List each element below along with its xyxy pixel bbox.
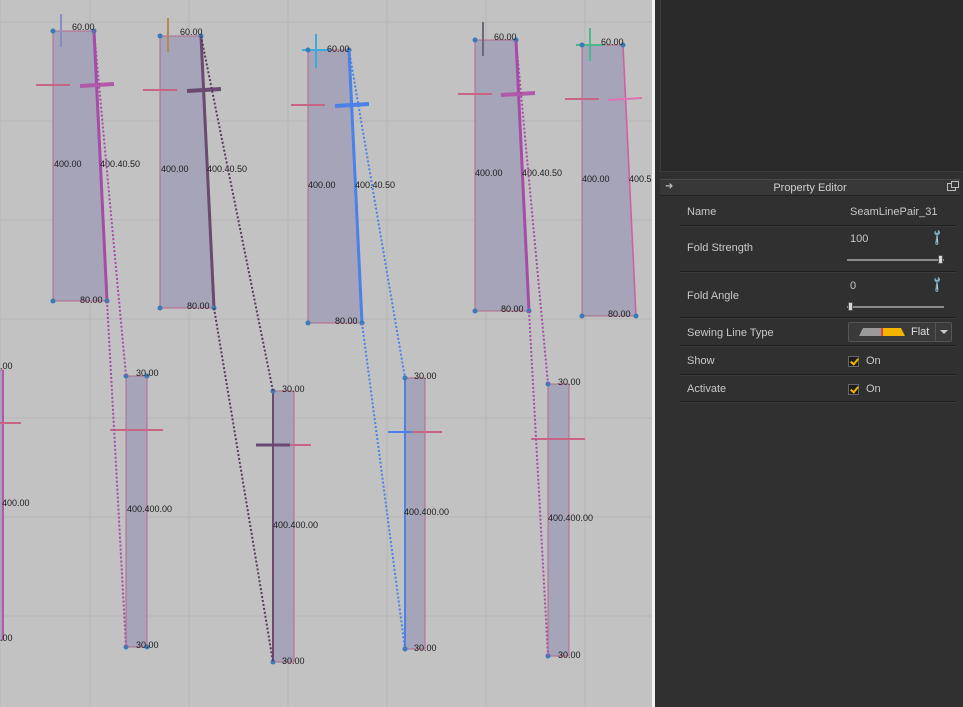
lower-3-mid-label: 400.400.00	[404, 507, 449, 517]
fold-angle-slider-track[interactable]	[847, 306, 944, 308]
upper-piece-3[interactable]: 60.00 80.00 400.00 400.40.50	[291, 34, 395, 326]
float-window-icon[interactable]	[947, 181, 959, 191]
seam-line-1b	[106, 300, 127, 648]
piece-1-left-label: 400.00	[54, 159, 82, 169]
piece-3-bottom-label: 80.00	[335, 316, 358, 326]
piece-2-bottom-label: 80.00	[187, 301, 210, 311]
fold-angle-slider-handle[interactable]	[848, 302, 853, 311]
piece-5-bottom-label: 80.00	[608, 309, 631, 319]
activate-value: On	[866, 383, 881, 395]
lower-0-mid-label: 400.00	[2, 498, 30, 508]
property-editor-title: Property Editor	[773, 182, 847, 194]
piece-5-top-label: 60.00	[601, 37, 624, 47]
piece-2-top-label: 60.00	[180, 27, 203, 37]
piece-4-bottom-label: 80.00	[501, 304, 524, 314]
lower-piece-4[interactable]: 30.00 30.00 400.400.00	[531, 377, 593, 660]
sewing-line-type-label: Sewing Line Type	[687, 327, 774, 339]
piece-3-top-label: 60.00	[327, 44, 350, 54]
lower-1-mid-label: 400.400.00	[127, 504, 172, 514]
name-value[interactable]: SeamLinePair_31	[850, 206, 937, 218]
upper-piece-4[interactable]: 60.00 80.00 400.00 400.40.50	[458, 22, 562, 314]
flat-seam-icon	[859, 328, 905, 336]
lower-2-top-label: 30.00	[282, 384, 305, 394]
fold-strength-wrench-icon[interactable]: 🔧	[928, 228, 947, 247]
fold-angle-wrench-icon[interactable]: 🔧	[928, 275, 947, 294]
piece-5-left-label: 400.00	[582, 174, 610, 184]
sewing-line-type-dropdown[interactable]: Flat	[848, 322, 952, 342]
piece-4-left-label: 400.00	[475, 168, 503, 178]
fold-angle-label: Fold Angle	[687, 290, 739, 302]
piece-5-right-label: 400.5	[629, 174, 652, 184]
seam-line-2b	[213, 307, 274, 663]
activate-checkbox[interactable]	[848, 384, 859, 395]
lower-4-bottom-label: 30.00	[558, 650, 581, 660]
piece-1-bottom-label: 80.00	[80, 295, 103, 305]
piece-3-left-label: 400.00	[308, 180, 336, 190]
lower-3-bottom-label: 30.00	[414, 643, 437, 653]
property-row-name: Name SeamLinePair_31	[680, 198, 956, 226]
fold-strength-slider-handle[interactable]	[938, 255, 943, 264]
show-value: On	[866, 355, 881, 367]
property-row-show: Show On	[680, 348, 956, 375]
chevron-down-icon[interactable]	[935, 323, 951, 341]
lower-piece-3[interactable]: 30.00 30.00 400.400.00	[388, 371, 449, 653]
lower-0-bottom-label: 30.00	[0, 633, 13, 643]
sewing-line-type-value: Flat	[911, 326, 930, 338]
lower-piece-0[interactable]: 30.00 30.00 400.00	[0, 361, 30, 643]
property-row-fold-angle: Fold Angle 0 🔧	[680, 274, 956, 318]
upper-piece-2[interactable]: 60.00 80.00 400.00 400.40.50	[143, 18, 247, 311]
show-checkbox[interactable]	[848, 356, 859, 367]
fold-strength-value[interactable]: 100	[850, 233, 868, 245]
lower-piece-2[interactable]: 30.00 30.00 400.400.00	[256, 384, 318, 666]
name-label: Name	[687, 206, 717, 218]
3d-2d-viewport[interactable]: 60.00 80.00 400.00 400.40.50 60.00 80.00…	[0, 0, 652, 707]
lower-4-mid-label: 400.400.00	[548, 513, 593, 523]
piece-1-top-label: 60.00	[72, 22, 95, 32]
lower-0-top-label: 30.00	[0, 361, 13, 371]
lower-2-mid-label: 400.400.00	[273, 520, 318, 530]
pattern-canvas[interactable]: 60.00 80.00 400.00 400.40.50 60.00 80.00…	[0, 0, 652, 707]
lower-1-bottom-label: 30.00	[136, 640, 159, 650]
piece-2-left-label: 400.00	[161, 164, 189, 174]
piece-4-top-label: 60.00	[494, 32, 517, 42]
lower-1-top-label: 30.00	[136, 368, 159, 378]
property-row-activate: Activate On	[680, 377, 956, 402]
lower-2-bottom-label: 30.00	[282, 656, 305, 666]
show-label: Show	[687, 355, 715, 367]
fold-strength-slider-track[interactable]	[847, 259, 944, 261]
piece-3-right-label: 400.40.50	[355, 180, 395, 190]
upper-piece-5[interactable]: 60.00 80.00 400.00 400.5	[565, 28, 652, 319]
object-browser-pane	[660, 0, 963, 172]
property-row-fold-strength: Fold Strength 100 🔧	[680, 228, 956, 272]
upper-piece-1[interactable]: 60.00 80.00 400.00 400.40.50	[36, 14, 140, 305]
property-editor-header: ➜ Property Editor	[660, 179, 960, 196]
lower-4-top-label: 30.00	[558, 377, 581, 387]
seam-line-3b	[361, 322, 406, 650]
property-row-sewing-line-type: Sewing Line Type Flat	[680, 320, 956, 346]
activate-label: Activate	[687, 383, 727, 395]
fold-strength-label: Fold Strength	[687, 242, 754, 254]
fold-angle-value[interactable]: 0	[850, 280, 856, 292]
lower-3-top-label: 30.00	[414, 371, 437, 381]
